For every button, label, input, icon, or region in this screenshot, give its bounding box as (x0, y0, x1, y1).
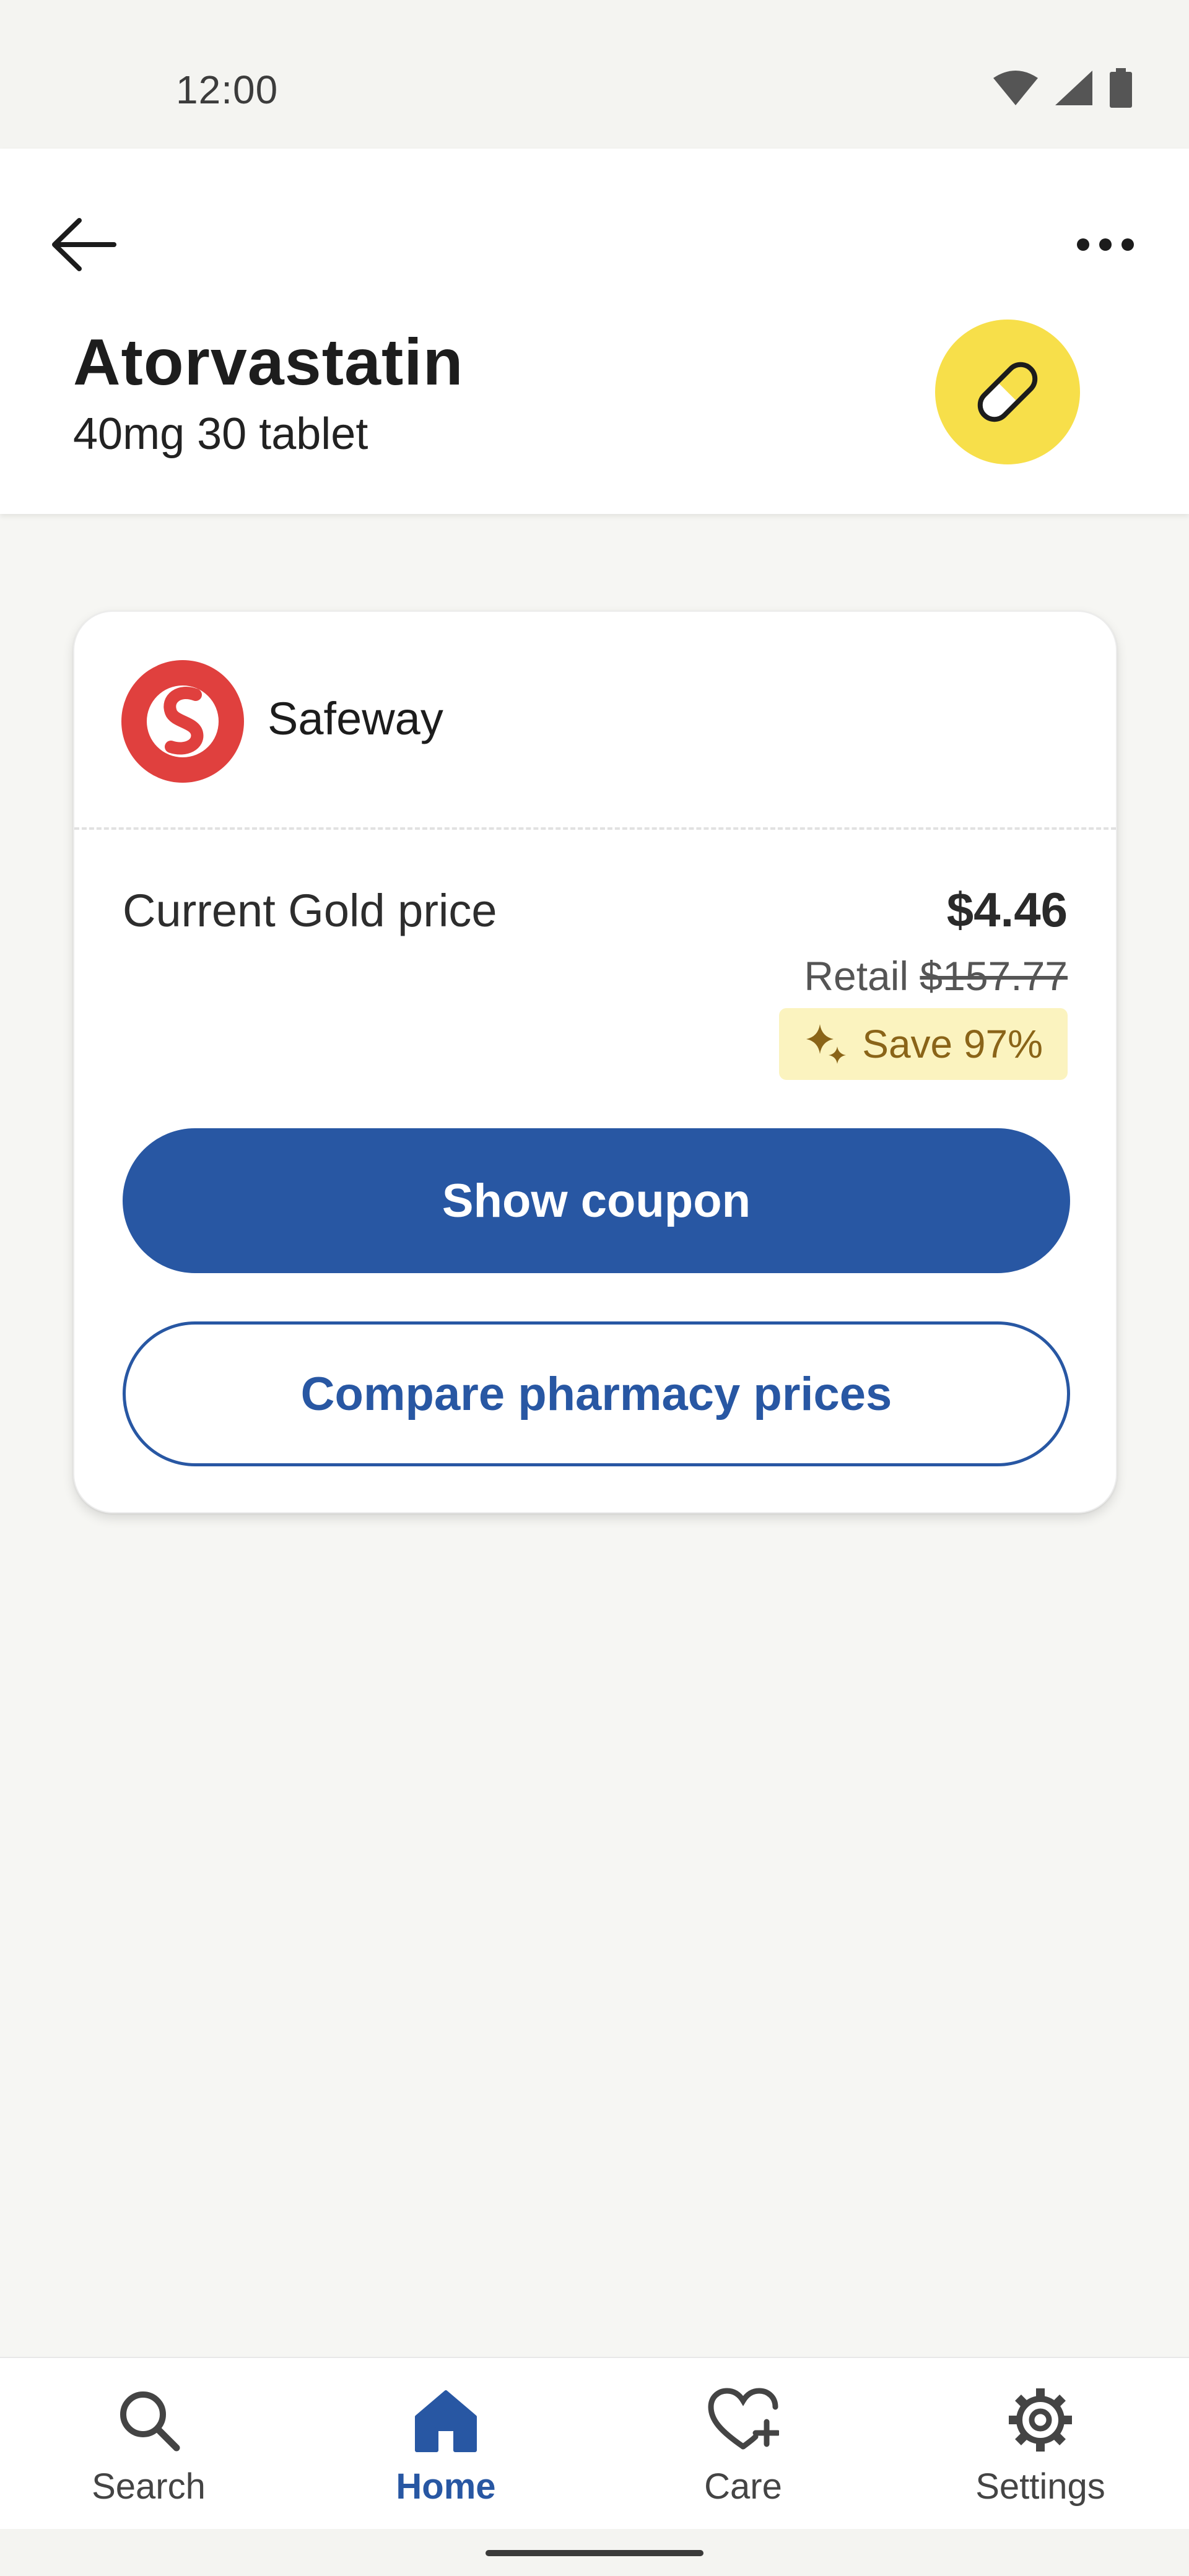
pill-icon (977, 362, 1038, 422)
arrow-left-icon (52, 218, 116, 271)
compare-prices-button[interactable]: Compare pharmacy prices (123, 1321, 1070, 1466)
nav-item-care[interactable]: Care (594, 2358, 892, 2529)
price-label: Current Gold price (123, 885, 497, 936)
pharmacy-card: Safeway Current Gold price $4.46 Retail … (73, 611, 1117, 1513)
gold-price: $4.46 (946, 882, 1068, 937)
back-button[interactable] (43, 204, 124, 285)
battery-icon (1110, 68, 1132, 108)
show-coupon-button[interactable]: Show coupon (123, 1128, 1070, 1273)
search-icon (111, 2383, 186, 2457)
more-horizontal-icon (1077, 238, 1134, 251)
pharmacy-name: Safeway (268, 693, 443, 744)
nav-item-settings[interactable]: Settings (892, 2358, 1189, 2529)
nav-item-home[interactable]: Home (297, 2358, 594, 2529)
wifi-icon (993, 71, 1038, 105)
sparkle-icon (806, 1024, 847, 1064)
safeway-logo-icon (147, 685, 219, 757)
retail-price: $157.77 (920, 953, 1068, 999)
gear-icon (1003, 2383, 1078, 2457)
pill-badge (935, 320, 1080, 464)
status-icons (992, 68, 1133, 108)
retail-price-row: Retail $157.77 (804, 952, 1068, 999)
nav-label-search: Search (92, 2466, 206, 2507)
pharmacy-logo (121, 660, 244, 783)
app-header: Atorvastatin 40mg 30 tablet (0, 149, 1189, 514)
cellular-signal-icon (1055, 71, 1092, 105)
status-bar: 12:00 (0, 0, 1189, 149)
nav-label-settings: Settings (975, 2466, 1105, 2507)
home-gesture-bar[interactable] (486, 2550, 703, 2556)
home-icon (409, 2383, 483, 2457)
pharmacy-header: Safeway (74, 612, 1116, 830)
nav-label-care: Care (704, 2466, 782, 2507)
retail-label: Retail (804, 953, 909, 999)
savings-badge: Save 97% (779, 1008, 1068, 1080)
drug-detail: 40mg 30 tablet (73, 409, 368, 459)
savings-label: Save 97% (862, 1022, 1043, 1066)
drug-name: Atorvastatin (73, 326, 464, 399)
gesture-area (0, 2529, 1189, 2576)
nav-label-home: Home (396, 2466, 496, 2507)
more-options-button[interactable] (1065, 204, 1146, 285)
status-time: 12:00 (176, 67, 279, 112)
bottom-navigation: Search Home Care Settings (0, 2357, 1189, 2529)
nav-item-search[interactable]: Search (0, 2358, 297, 2529)
heart-plus-icon (706, 2383, 780, 2457)
